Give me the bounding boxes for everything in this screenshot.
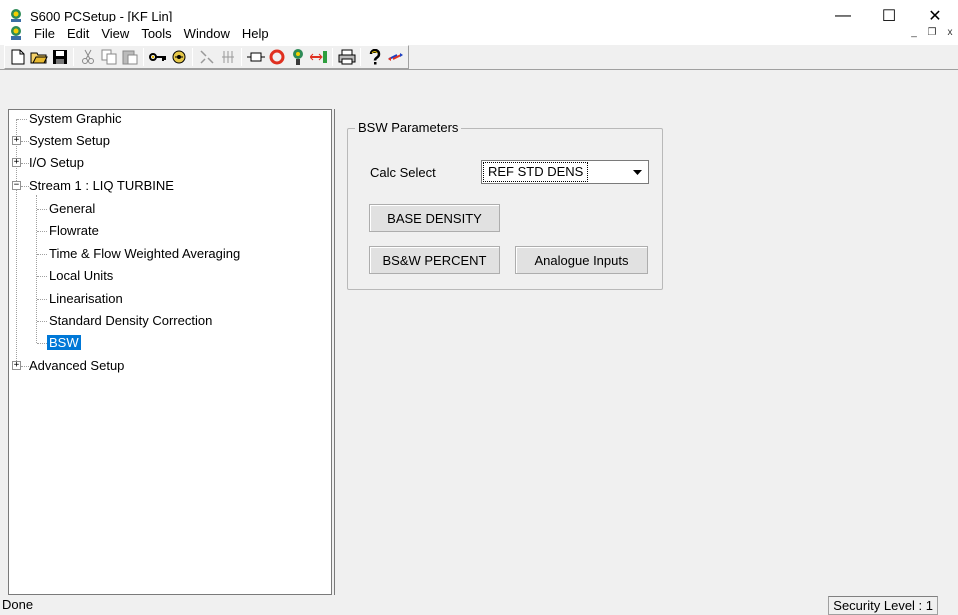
- toolbar-separator: [143, 48, 144, 66]
- calc-select-label: Calc Select: [370, 165, 436, 180]
- save-icon[interactable]: [49, 47, 70, 68]
- mdi-minimize-button[interactable]: _: [906, 24, 922, 40]
- stop-icon[interactable]: [266, 47, 287, 68]
- tree-item-averaging[interactable]: Time & Flow Weighted Averaging: [47, 245, 242, 263]
- base-density-button[interactable]: BASE DENSITY: [369, 204, 500, 232]
- tree-line: [37, 209, 47, 210]
- tree-item-bsw[interactable]: BSW: [47, 334, 81, 352]
- menu-view[interactable]: View: [95, 26, 135, 41]
- tree-item-stream-1[interactable]: Stream 1 : LIQ TURBINE: [27, 177, 176, 195]
- new-icon[interactable]: [7, 47, 28, 68]
- menu-help[interactable]: Help: [236, 26, 275, 41]
- menu-edit[interactable]: Edit: [61, 26, 95, 41]
- tree-item-linearisation[interactable]: Linearisation: [47, 290, 125, 308]
- paste-icon[interactable]: [119, 47, 140, 68]
- toolbar-separator: [192, 48, 193, 66]
- cut-icon[interactable]: [77, 47, 98, 68]
- status-text: Done: [2, 597, 34, 612]
- menu-window[interactable]: Window: [178, 26, 236, 41]
- toolbar: [0, 44, 958, 70]
- copy-icon[interactable]: [98, 47, 119, 68]
- config-tree[interactable]: System Graphic + System Setup + I/O Setu…: [8, 109, 332, 595]
- tree-line: [37, 343, 47, 344]
- transfer-icon[interactable]: [217, 47, 238, 68]
- security-level: Security Level : 1: [828, 596, 938, 615]
- chevron-down-icon[interactable]: [627, 162, 647, 182]
- expand-icon[interactable]: +: [12, 361, 21, 370]
- expand-icon[interactable]: +: [12, 136, 21, 145]
- document-icon[interactable]: [8, 25, 24, 41]
- security-icon[interactable]: [168, 47, 189, 68]
- toolbar-group: [4, 45, 409, 69]
- tree-line: [37, 299, 47, 300]
- tree-line: [37, 254, 47, 255]
- tree-item-flowrate[interactable]: Flowrate: [47, 222, 101, 240]
- connect-icon[interactable]: [287, 47, 308, 68]
- tree-item-general[interactable]: General: [47, 200, 97, 218]
- help-icon[interactable]: [364, 47, 385, 68]
- tree-item-system-setup[interactable]: System Setup: [27, 132, 112, 150]
- port-icon[interactable]: [245, 47, 266, 68]
- menu-file[interactable]: File: [28, 26, 61, 41]
- mdi-close-button[interactable]: x: [942, 24, 958, 40]
- send-icon[interactable]: [308, 47, 329, 68]
- toolbar-separator: [360, 48, 361, 66]
- tree-line: [37, 321, 47, 322]
- tree-item-standard-density-correction[interactable]: Standard Density Correction: [47, 312, 214, 330]
- tree-line: [37, 231, 47, 232]
- tree-line: [17, 119, 27, 120]
- swap-icon[interactable]: [385, 47, 406, 68]
- toolbar-separator: [332, 48, 333, 66]
- status-bar: Done Security Level : 1: [0, 596, 958, 615]
- toolbar-separator: [241, 48, 242, 66]
- menu-bar: File Edit View Tools Window Help _ ❐ x: [0, 22, 958, 44]
- group-title: BSW Parameters: [355, 120, 462, 135]
- link-icon[interactable]: [196, 47, 217, 68]
- tree-item-advanced-setup[interactable]: Advanced Setup: [27, 357, 126, 375]
- print-icon[interactable]: [336, 47, 357, 68]
- tree-line: [37, 276, 47, 277]
- expand-icon[interactable]: +: [12, 158, 21, 167]
- tree-item-local-units[interactable]: Local Units: [47, 267, 115, 285]
- menu-tools[interactable]: Tools: [135, 26, 177, 41]
- tree-item-system-graphic[interactable]: System Graphic: [27, 110, 123, 128]
- open-icon[interactable]: [28, 47, 49, 68]
- analogue-inputs-button[interactable]: Analogue Inputs: [515, 246, 648, 274]
- collapse-icon[interactable]: −: [12, 181, 21, 190]
- bsw-percent-button[interactable]: BS&W PERCENT: [369, 246, 500, 274]
- calc-select-dropdown[interactable]: REF STD DENS: [481, 160, 649, 184]
- mdi-restore-button[interactable]: ❐: [924, 24, 940, 40]
- toolbar-separator: [73, 48, 74, 66]
- key-icon[interactable]: [147, 47, 168, 68]
- calc-select-value: REF STD DENS: [482, 162, 589, 182]
- tree-item-io-setup[interactable]: I/O Setup: [27, 154, 86, 172]
